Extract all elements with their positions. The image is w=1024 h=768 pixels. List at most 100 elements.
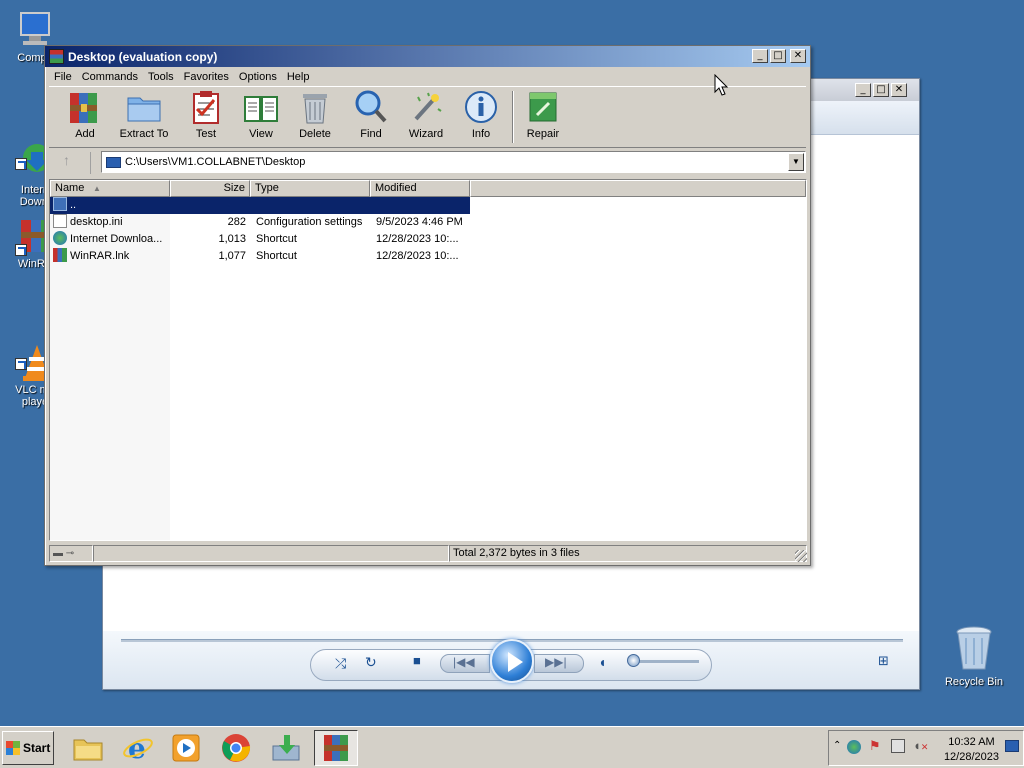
menu-help[interactable]: Help — [282, 71, 315, 83]
extract-to-label: Extract To — [119, 128, 169, 140]
repair-box-icon — [525, 89, 561, 125]
shortcut-arrow-icon — [15, 158, 27, 170]
minimize-button[interactable]: _ — [855, 83, 871, 97]
info-button[interactable]: Info — [450, 89, 512, 140]
computer-icon — [15, 10, 55, 50]
winrar-window[interactable]: Desktop (evaluation copy) _ □ ✕ File Com… — [44, 45, 811, 566]
internet-explorer-icon: e — [123, 732, 153, 764]
wizard-button[interactable]: Wizard — [395, 89, 457, 140]
taskbar-chrome[interactable] — [214, 730, 258, 766]
show-desktop-icon[interactable] — [1005, 740, 1019, 752]
show-hidden-icons-button[interactable]: ⌃ — [833, 740, 841, 751]
shortcut-arrow-icon — [15, 244, 27, 256]
switch-to-library-icon[interactable]: ⊞ — [878, 653, 889, 669]
chevron-down-icon: ▼ — [792, 157, 800, 166]
play-button[interactable] — [490, 639, 534, 683]
view-button[interactable]: View — [230, 89, 292, 140]
file-row[interactable]: Internet Downloa... 1,013 Shortcut 12/28… — [50, 231, 470, 248]
resize-grip-icon[interactable] — [795, 550, 807, 562]
winrar-icon — [324, 735, 348, 761]
volume-muted-icon[interactable]: ◖✕ — [913, 738, 928, 753]
info-label: Info — [471, 128, 491, 140]
find-label: Find — [360, 128, 382, 140]
file-list[interactable]: Name ▲ Size Type Modified .. desktop.ini… — [49, 179, 807, 541]
mouse-cursor-icon — [714, 73, 729, 99]
idm-tray-icon[interactable] — [847, 740, 861, 754]
add-label: Add — [75, 128, 95, 140]
path-dropdown-button[interactable]: ▼ — [788, 153, 804, 171]
maximize-button[interactable]: □ — [770, 49, 786, 63]
toolbar: Add Extract To Test View Delete Find Wiz… — [49, 86, 806, 148]
clock-date: 12/28/2023 — [943, 751, 999, 763]
taskbar-internet-explorer[interactable]: e — [116, 730, 160, 766]
shuffle-icon[interactable]: ⤮ — [335, 655, 346, 672]
magnifier-icon — [353, 89, 389, 125]
start-button[interactable]: Start — [2, 731, 54, 765]
volume-slider-knob[interactable] — [627, 654, 640, 667]
file-explorer-icon — [73, 739, 103, 761]
status-bar: ▬ ⊸ Total 2,372 bytes in 3 files — [49, 545, 807, 562]
shortcut-arrow-icon — [15, 358, 27, 370]
menu-commands[interactable]: Commands — [77, 71, 143, 83]
find-button[interactable]: Find — [340, 89, 402, 140]
idm-globe-icon — [53, 231, 67, 245]
taskbar-explorer[interactable] — [66, 730, 110, 766]
taskbar-idm[interactable] — [264, 730, 308, 766]
settings-file-icon — [53, 214, 67, 228]
column-header-modified[interactable]: Modified — [370, 180, 470, 197]
previous-button[interactable]: |◀◀ — [440, 654, 490, 673]
winrar-titlebar[interactable]: Desktop (evaluation copy) — [45, 46, 810, 67]
action-center-flag-icon[interactable]: ⚑ — [869, 738, 881, 754]
info-icon — [463, 89, 499, 125]
repair-button[interactable]: Repair — [512, 89, 574, 140]
delete-button[interactable]: Delete — [284, 89, 346, 140]
media-player-window-buttons: _ □ ✕ — [855, 83, 907, 97]
column-header-filler — [470, 180, 806, 197]
up-one-level-button[interactable]: ↑ — [51, 152, 91, 174]
menu-bar: File Commands Tools Favorites Options He… — [45, 67, 810, 86]
menu-options[interactable]: Options — [234, 71, 282, 83]
file-row[interactable]: desktop.ini 282 Configuration settings 9… — [50, 214, 470, 231]
minimize-button[interactable]: _ — [752, 49, 768, 63]
maximize-button[interactable]: □ — [873, 83, 889, 97]
system-tray: ⌃ ⚑ ◖✕ 10:32 AM 12/28/2023 — [828, 730, 1024, 766]
close-button[interactable]: ✕ — [891, 83, 907, 97]
column-header-name[interactable]: Name ▲ — [50, 180, 170, 197]
media-player-controls: ⤮ ↻ ■ |◀◀ ▶▶| ◖ ⊞ — [103, 631, 919, 689]
clipboard-check-icon — [188, 89, 224, 125]
status-total: Total 2,372 bytes in 3 files — [449, 545, 807, 562]
menu-favorites[interactable]: Favorites — [179, 71, 234, 83]
drive-and-key-icon: ▬ ⊸ — [53, 548, 75, 559]
file-row[interactable]: WinRAR.lnk 1,077 Shortcut 12/28/2023 10:… — [50, 248, 470, 265]
taskbar-winrar[interactable] — [314, 730, 358, 766]
desktop-icon-recycle-bin[interactable]: Recycle Bin — [944, 624, 1004, 688]
status-selection — [93, 545, 449, 562]
taskbar: Start e ⌃ ⚑ ◖✕ 10:32 AM 12/28/2023 — [0, 726, 1024, 768]
column-header-type[interactable]: Type — [250, 180, 370, 197]
open-book-icon — [243, 89, 279, 125]
file-row-parent[interactable]: .. — [50, 197, 470, 214]
add-button[interactable]: Add — [54, 89, 116, 140]
mute-speaker-icon[interactable]: ◖ — [598, 654, 606, 670]
volume-slider[interactable] — [631, 660, 699, 663]
stop-icon[interactable]: ■ — [413, 653, 421, 668]
next-button[interactable]: ▶▶| — [534, 654, 584, 673]
clock[interactable]: 10:32 AM 12/28/2023 — [944, 735, 999, 765]
delete-label: Delete — [299, 128, 331, 140]
close-button[interactable]: ✕ — [790, 49, 806, 63]
svg-text:e: e — [128, 732, 146, 764]
test-button[interactable]: Test — [175, 89, 237, 140]
menu-file[interactable]: File — [49, 71, 77, 83]
add-archive-icon — [67, 89, 103, 125]
parent-folder-icon — [53, 197, 67, 211]
taskbar-media-player[interactable] — [164, 730, 208, 766]
network-icon[interactable] — [891, 739, 905, 753]
trash-can-icon — [297, 89, 333, 125]
extract-to-button[interactable]: Extract To — [113, 89, 175, 140]
status-drive-icons[interactable]: ▬ ⊸ — [49, 545, 93, 562]
column-header-size[interactable]: Size — [170, 180, 250, 197]
menu-tools[interactable]: Tools — [143, 71, 179, 83]
repair-label: Repair — [526, 128, 560, 140]
path-combobox[interactable]: C:\Users\VM1.COLLABNET\Desktop ▼ — [101, 151, 806, 173]
repeat-icon[interactable]: ↻ — [365, 654, 377, 671]
